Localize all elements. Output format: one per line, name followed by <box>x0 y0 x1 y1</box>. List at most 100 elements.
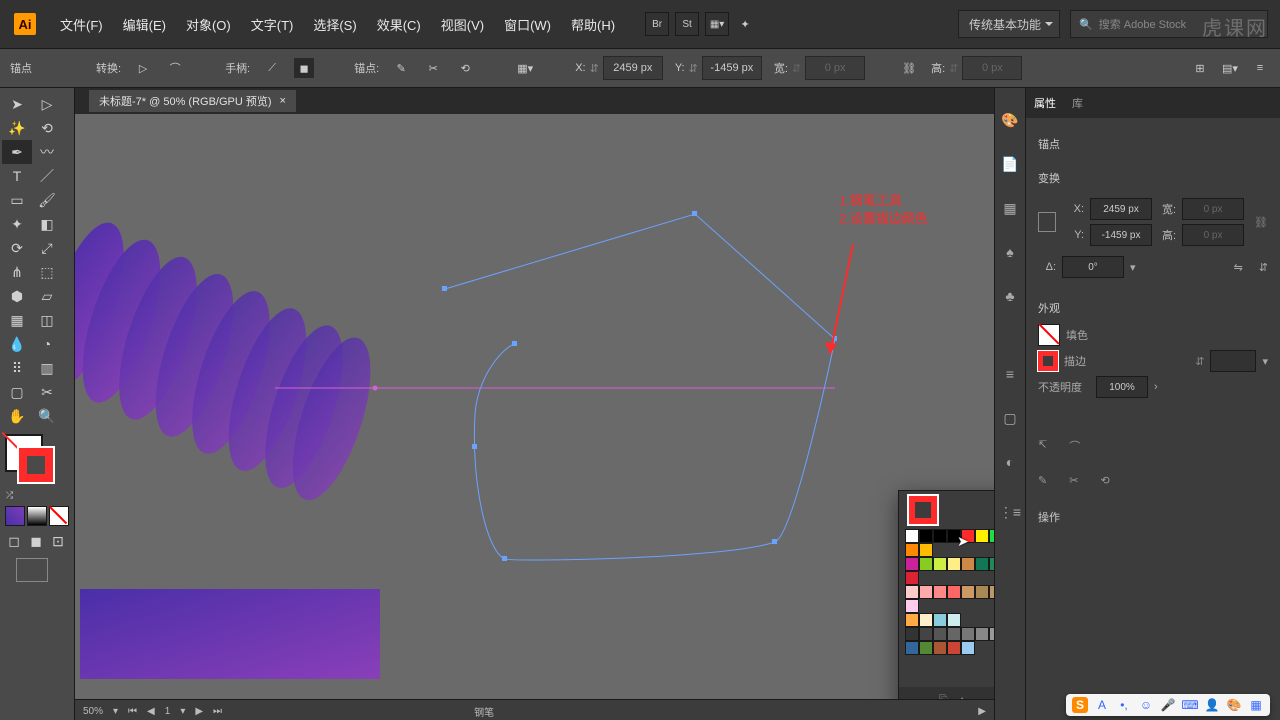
convert-smooth-prop-icon[interactable]: ⌒ <box>1069 438 1080 454</box>
swatch-cell[interactable] <box>947 557 961 571</box>
artboard-tool[interactable]: ▢ <box>2 380 32 404</box>
shape-builder-tool[interactable]: ⬢ <box>2 284 32 308</box>
swatch-cell[interactable] <box>919 613 933 627</box>
hand-tool[interactable]: ✋ <box>2 404 32 428</box>
swatch-cell[interactable] <box>905 627 919 641</box>
handle-show-icon[interactable]: ⟋ <box>262 58 282 78</box>
swatch-cell[interactable] <box>975 585 989 599</box>
stroke-weight-stepper[interactable]: ⇵ <box>1195 355 1204 368</box>
dock-swatches-icon[interactable]: ▢ <box>998 406 1022 430</box>
swatch-cell[interactable] <box>905 585 919 599</box>
swatch-cell[interactable] <box>919 641 933 655</box>
swatch-cell[interactable] <box>919 543 933 557</box>
zoom-dropdown-icon[interactable]: ▾ <box>113 706 118 717</box>
dock-doc-icon[interactable]: 📄 <box>998 152 1022 176</box>
free-transform-tool[interactable]: ⬚ <box>32 260 62 284</box>
rectangle-tool[interactable]: ▭ <box>2 188 32 212</box>
handle-hide-icon[interactable]: ◼ <box>294 58 314 78</box>
nav-prev-icon[interactable]: ◀ <box>147 706 155 717</box>
swatch-cell[interactable] <box>933 627 947 641</box>
menu-help[interactable]: 帮助(H) <box>561 0 625 48</box>
stepper-icon[interactable]: ⇵ <box>949 62 958 75</box>
link-wh-icon[interactable]: ⛓ <box>899 58 919 78</box>
screen-mode-normal[interactable]: ◻ <box>5 532 23 550</box>
dock-list-icon[interactable]: ⋮≡ <box>998 500 1022 524</box>
artboard-number[interactable]: 1 <box>165 706 171 717</box>
menu-select[interactable]: 选择(S) <box>303 0 366 48</box>
dock-gradient-icon[interactable]: ◐ <box>998 450 1022 474</box>
canvas[interactable]: 1.钢笔工具 2.设置描边颜色 ▦ 🎨 ➤ ⎘ ◐ ☁ ▦ <box>75 114 994 699</box>
swatch-cell[interactable] <box>905 543 919 557</box>
connect-path-icon[interactable]: ⟲ <box>455 58 475 78</box>
arrange-documents[interactable]: ▦▾ <box>705 12 729 36</box>
brush-tool[interactable]: 🖌 <box>32 188 62 212</box>
swatch-cell[interactable] <box>961 557 975 571</box>
nav-first-icon[interactable]: ⏮ <box>128 706 137 717</box>
swatch-kind-icon[interactable]: ◐ <box>960 694 967 699</box>
rotate-tool[interactable]: ⟳ <box>2 236 32 260</box>
bridge-button[interactable]: Br <box>645 12 669 36</box>
nav-next-icon[interactable]: ▶ <box>195 706 203 717</box>
screen-mode-full[interactable]: ◼ <box>27 532 45 550</box>
fill-color-swatch[interactable] <box>1038 324 1060 346</box>
swatch-cell[interactable] <box>905 613 919 627</box>
ime-keyboard-icon[interactable]: ⌨ <box>1182 697 1198 713</box>
gpu-icon[interactable]: ✦ <box>735 14 755 34</box>
status-play-icon[interactable]: ▶ <box>978 706 986 717</box>
swatch-cell[interactable] <box>975 529 989 543</box>
pen-tool[interactable]: ✒ <box>2 140 32 164</box>
close-tab-icon[interactable]: × <box>280 95 286 107</box>
swatch-cell[interactable] <box>933 585 947 599</box>
swatch-cell[interactable] <box>919 627 933 641</box>
convert-smooth-icon[interactable]: ⌒ <box>165 58 185 78</box>
stroke-swatch[interactable] <box>19 448 53 482</box>
swatch-cell[interactable] <box>989 585 994 599</box>
stroke-weight-dropdown-icon[interactable]: ▾ <box>1262 355 1268 368</box>
color-mode-icon[interactable] <box>5 506 25 526</box>
scale-tool[interactable]: ⤢ <box>32 236 62 260</box>
screen-mode-pres[interactable]: ⊡ <box>49 532 67 550</box>
ime-toolbar[interactable]: S A •, ☺ 🎤 ⌨ 👤 🎨 ▦ <box>1066 694 1270 716</box>
ime-emoji-icon[interactable]: ☺ <box>1138 697 1154 713</box>
workspace-dropdown[interactable]: 传统基本功能 <box>958 10 1060 38</box>
remove-anchor-icon[interactable]: ✎ <box>391 58 411 78</box>
transform-x-input[interactable] <box>1090 198 1152 220</box>
swatch-cell[interactable] <box>933 557 947 571</box>
nav-last-icon[interactable]: ⏭ <box>213 706 222 717</box>
swatch-options-icon[interactable]: ☁ <box>978 694 989 700</box>
dock-stroke-icon[interactable]: ≡ <box>998 362 1022 386</box>
none-mode-icon[interactable] <box>49 506 69 526</box>
zoom-tool[interactable]: 🔍 <box>32 404 62 428</box>
ime-grid-icon[interactable]: ▦ <box>1248 697 1264 713</box>
swatch-libraries-icon[interactable]: ⎘ <box>939 694 948 700</box>
blend-tool[interactable]: ◔ <box>32 332 62 356</box>
direct-selection-tool[interactable]: ▷ <box>32 92 62 116</box>
swatch-cell[interactable] <box>947 627 961 641</box>
dock-symbols-icon[interactable]: ♠ <box>998 240 1022 264</box>
swatch-cell[interactable] <box>989 627 994 641</box>
symbol-sprayer-tool[interactable]: ⠿ <box>2 356 32 380</box>
swatch-cell[interactable] <box>933 529 947 543</box>
tab-properties[interactable]: 属性 <box>1034 95 1056 111</box>
link-dimensions-icon[interactable]: ⛓ <box>1254 216 1268 229</box>
reference-point-icon[interactable] <box>1038 212 1056 232</box>
swatch-cell[interactable] <box>947 613 961 627</box>
swap-fill-stroke-icon[interactable]: ⤮ <box>6 490 16 502</box>
nav-dropdown-icon[interactable]: ▾ <box>180 706 185 717</box>
swatch-cell[interactable] <box>961 627 975 641</box>
lasso-tool[interactable]: ⟲ <box>32 116 62 140</box>
stepper-icon[interactable]: ⇵ <box>689 62 698 75</box>
cut-path-icon[interactable]: ✂ <box>423 58 443 78</box>
selection-tool[interactable]: ➤ <box>2 92 32 116</box>
line-tool[interactable]: ／ <box>32 164 62 188</box>
swatch-cell[interactable] <box>933 613 947 627</box>
align-dropdown-icon[interactable]: ▦▾ <box>515 58 535 78</box>
angle-input[interactable] <box>1062 256 1124 278</box>
zoom-value[interactable]: 50% <box>83 706 103 717</box>
menu-window[interactable]: 窗口(W) <box>494 0 561 48</box>
mesh-tool[interactable]: ▦ <box>2 308 32 332</box>
dock-brushes-icon[interactable]: ♣ <box>998 284 1022 308</box>
menu-effect[interactable]: 效果(C) <box>367 0 431 48</box>
stepper-icon[interactable]: ⇵ <box>792 62 801 75</box>
convert-corner-icon[interactable]: ▷ <box>133 58 153 78</box>
